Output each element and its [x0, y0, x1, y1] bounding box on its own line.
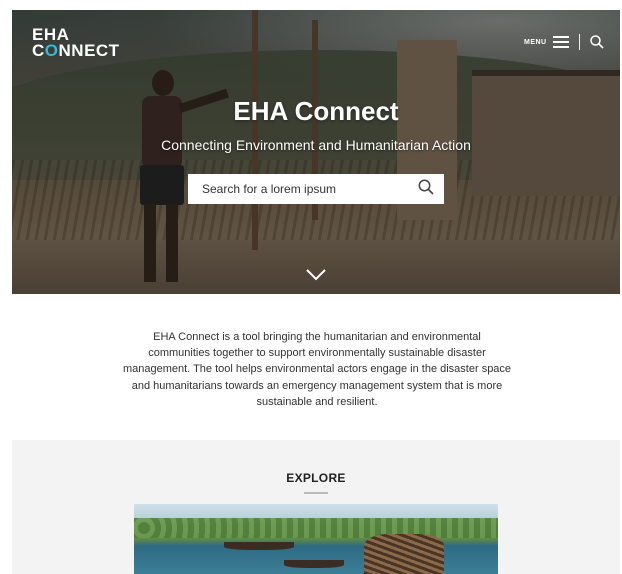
- image-trees: [134, 518, 498, 538]
- chevron-down-icon[interactable]: [306, 268, 326, 286]
- explore-section: EXPLORE: [12, 440, 620, 574]
- hero-section: EHA CONNECT MENU EHA Connect Connecting …: [12, 10, 620, 294]
- image-boat: [284, 560, 344, 568]
- search-input[interactable]: [200, 181, 418, 197]
- heading-underline: [304, 492, 328, 494]
- hero-title: EHA Connect: [233, 96, 399, 126]
- image-firewood: [364, 534, 444, 574]
- explore-image[interactable]: [134, 504, 498, 574]
- hamburger-icon[interactable]: [552, 36, 569, 48]
- intro-section: EHA Connect is a tool bringing the human…: [12, 294, 620, 440]
- menu-label[interactable]: MENU: [524, 39, 547, 46]
- hero-search-box: [188, 174, 444, 204]
- search-submit-icon[interactable]: [418, 179, 434, 200]
- site-logo[interactable]: EHA CONNECT: [32, 26, 120, 60]
- search-icon[interactable]: [589, 35, 604, 49]
- explore-heading: EXPLORE: [286, 471, 346, 485]
- nav-divider: [578, 34, 580, 50]
- page-frame: EHA CONNECT MENU EHA Connect Connecting …: [12, 10, 620, 574]
- top-nav: MENU: [524, 34, 604, 50]
- logo-line2: CONNECT: [32, 41, 120, 60]
- image-boat: [224, 542, 294, 550]
- intro-text: EHA Connect is a tool bringing the human…: [122, 331, 512, 408]
- hero-subtitle: Connecting Environment and Humanitarian …: [161, 137, 471, 153]
